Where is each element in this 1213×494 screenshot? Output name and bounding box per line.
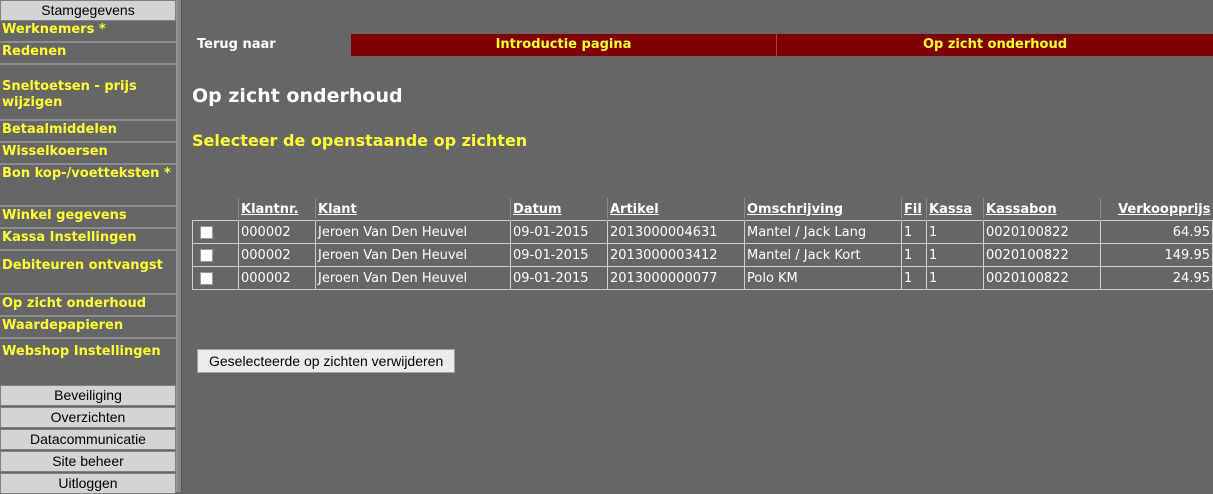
- sidebar-item-winkel-gegevens[interactable]: Winkel gegevens: [0, 207, 176, 229]
- cell-fil: 1: [901, 220, 927, 244]
- op-zicht-table: Klantnr. Klant Datum Artikel Omschrijvin…: [192, 198, 1213, 290]
- menu-header-site-beheer[interactable]: Site beheer: [0, 451, 176, 472]
- cell-artikel: 2013000003412: [607, 243, 745, 267]
- cell-verkoopprijs: 24.95: [1100, 266, 1213, 290]
- sidebar: Stamgegevens Werknemers * Redenen Snelto…: [0, 0, 176, 494]
- cell-klantnr: 000002: [238, 266, 316, 290]
- menu-header-uitloggen[interactable]: Uitloggen: [0, 473, 176, 494]
- sidebar-item-op-zicht-onderhoud[interactable]: Op zicht onderhoud: [0, 295, 176, 317]
- row-select-cell: [192, 243, 239, 267]
- menu-header-beveiliging[interactable]: Beveiliging: [0, 385, 176, 406]
- menu-header-overzichten[interactable]: Overzichten: [0, 407, 176, 428]
- sidebar-item-kassa-instellingen[interactable]: Kassa Instellingen: [0, 229, 176, 251]
- cell-kassabon: 0020100822: [983, 243, 1101, 267]
- cell-omschrijving: Polo KM: [744, 266, 902, 290]
- sidebar-item-redenen[interactable]: Redenen: [0, 43, 176, 65]
- cell-omschrijving: Mantel / Jack Lang: [744, 220, 902, 244]
- page-title: Op zicht onderhoud: [192, 85, 403, 107]
- sidebar-item-betaalmiddelen[interactable]: Betaalmiddelen: [0, 121, 176, 143]
- menu-header-datacommunicatie[interactable]: Datacommunicatie: [0, 429, 176, 450]
- row-checkbox[interactable]: [200, 271, 213, 285]
- nav-label: Terug naar: [197, 37, 276, 52]
- cell-datum: 09-01-2015: [510, 243, 608, 267]
- main-content: Terug naar Introductie pagina Op zicht o…: [182, 0, 1213, 492]
- column-header-verkoopprijs[interactable]: Verkoopprijs: [1100, 198, 1213, 221]
- nav-bar: Terug naar Introductie pagina Op zicht o…: [182, 34, 1213, 56]
- column-header-omschrijving[interactable]: Omschrijving: [744, 198, 902, 221]
- column-header-fil[interactable]: Fil: [901, 198, 927, 221]
- cell-klantnr: 000002: [238, 220, 316, 244]
- cell-klant: Jeroen Van Den Heuvel: [315, 220, 511, 244]
- cell-omschrijving: Mantel / Jack Kort: [744, 243, 902, 267]
- sidebar-item-bon-kop-voetteksten[interactable]: Bon kop-/voetteksten *: [0, 165, 176, 207]
- cell-klantnr: 000002: [238, 243, 316, 267]
- table-header-row: Klantnr. Klant Datum Artikel Omschrijvin…: [193, 198, 1213, 221]
- row-select-cell: [192, 220, 239, 244]
- column-header-kassa[interactable]: Kassa: [926, 198, 984, 221]
- table-row: 000002 Jeroen Van Den Heuvel 09-01-2015 …: [192, 266, 1213, 290]
- cell-verkoopprijs: 149.95: [1100, 243, 1213, 267]
- cell-datum: 09-01-2015: [510, 220, 608, 244]
- cell-datum: 09-01-2015: [510, 266, 608, 290]
- row-select-cell: [192, 266, 239, 290]
- select-column-header: [193, 198, 239, 221]
- column-header-klant[interactable]: Klant: [315, 198, 511, 221]
- cell-fil: 1: [901, 266, 927, 290]
- sidebar-item-waardepapieren[interactable]: Waardepapieren: [0, 317, 176, 339]
- cell-kassabon: 0020100822: [983, 220, 1101, 244]
- nav-link-introductie[interactable]: Introductie pagina: [351, 34, 777, 56]
- table-row: 000002 Jeroen Van Den Heuvel 09-01-2015 …: [192, 243, 1213, 267]
- sidebar-item-sneltoetsen[interactable]: Sneltoetsen - prijs wijzigen: [0, 65, 176, 121]
- cell-klant: Jeroen Van Den Heuvel: [315, 243, 511, 267]
- sidebar-item-debiteuren-ontvangst[interactable]: Debiteuren ontvangst: [0, 251, 176, 295]
- table-row: 000002 Jeroen Van Den Heuvel 09-01-2015 …: [192, 220, 1213, 244]
- sidebar-item-wisselkoersen[interactable]: Wisselkoersen: [0, 143, 176, 165]
- sidebar-item-webshop-instellingen[interactable]: Webshop Instellingen: [0, 339, 176, 385]
- menu-header-stamgegevens[interactable]: Stamgegevens: [0, 0, 176, 21]
- column-header-kassabon[interactable]: Kassabon: [983, 198, 1101, 221]
- cell-kassa: 1: [926, 243, 984, 267]
- page-subtitle: Selecteer de openstaande op zichten: [192, 131, 528, 150]
- sidebar-item-werknemers[interactable]: Werknemers *: [0, 21, 176, 43]
- cell-kassa: 1: [926, 220, 984, 244]
- cell-verkoopprijs: 64.95: [1100, 220, 1213, 244]
- delete-selected-button[interactable]: Geselecteerde op zichten verwijderen: [197, 349, 456, 373]
- cell-klant: Jeroen Van Den Heuvel: [315, 266, 511, 290]
- nav-link-op-zicht-onderhoud[interactable]: Op zicht onderhoud: [777, 34, 1213, 56]
- column-header-datum[interactable]: Datum: [510, 198, 608, 221]
- row-checkbox[interactable]: [200, 225, 213, 239]
- cell-fil: 1: [901, 243, 927, 267]
- cell-artikel: 2013000004631: [607, 220, 745, 244]
- column-header-klantnr[interactable]: Klantnr.: [238, 198, 316, 221]
- column-header-artikel[interactable]: Artikel: [607, 198, 745, 221]
- row-checkbox[interactable]: [200, 248, 213, 262]
- cell-artikel: 2013000000077: [607, 266, 745, 290]
- cell-kassabon: 0020100822: [983, 266, 1101, 290]
- cell-kassa: 1: [926, 266, 984, 290]
